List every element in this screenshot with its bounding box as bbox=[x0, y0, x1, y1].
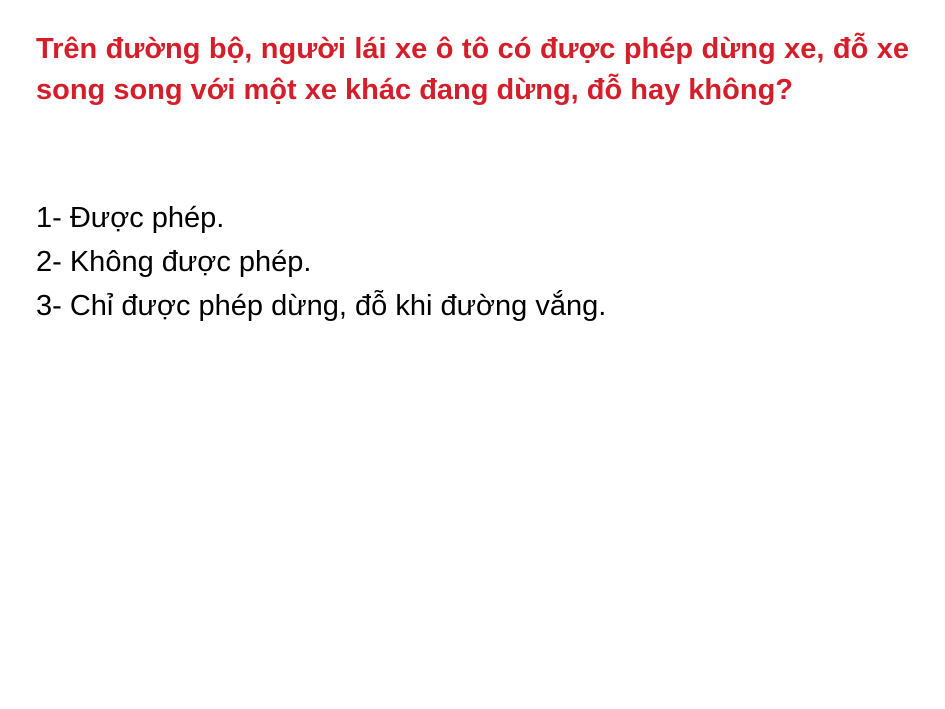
answer-option-3[interactable]: 3- Chỉ được phép dừng, đỗ khi đường vắng… bbox=[36, 284, 909, 328]
answer-option-1[interactable]: 1- Được phép. bbox=[36, 196, 909, 240]
answer-list: 1- Được phép. 2- Không được phép. 3- Chỉ… bbox=[36, 196, 909, 328]
question-text: Trên đường bộ, người lái xe ô tô có được… bbox=[36, 33, 909, 106]
answer-option-2[interactable]: 2- Không được phép. bbox=[36, 240, 909, 284]
